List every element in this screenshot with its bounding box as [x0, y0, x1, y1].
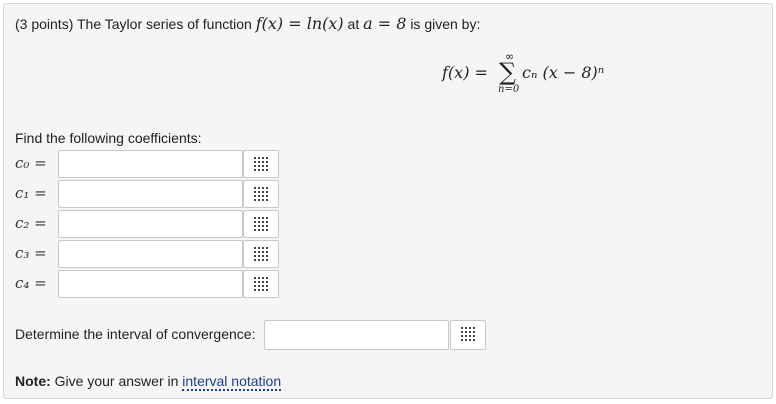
interval-input[interactable]	[264, 320, 449, 350]
c0-matrix-button[interactable]	[243, 150, 279, 178]
question-text: (3 points) The Taylor series of function…	[15, 14, 480, 33]
find-coefficients-label: Find the following coefficients:	[15, 130, 202, 146]
interval-notation-link[interactable]: interval notation	[182, 373, 282, 391]
formula-rhs: cₙ (x − 8)ⁿ	[522, 63, 605, 82]
summation: ∞ ∑ n=0	[498, 50, 524, 102]
grid-icon	[254, 157, 268, 171]
coefficient-label: c₁ =	[15, 184, 47, 202]
grid-icon	[254, 247, 268, 261]
c2-matrix-button[interactable]	[243, 210, 279, 238]
grid-icon	[254, 217, 268, 231]
question-at: at	[347, 16, 360, 32]
grid-icon	[254, 277, 268, 291]
question-panel: (3 points) The Taylor series of function…	[3, 3, 773, 399]
grid-icon	[254, 187, 268, 201]
grid-icon	[461, 327, 475, 341]
note-text: Give your answer in	[54, 373, 179, 389]
c4-input[interactable]	[58, 270, 243, 298]
sum-symbol: ∑	[499, 58, 517, 86]
formula-lhs: f(x) =	[442, 63, 488, 82]
c1-matrix-button[interactable]	[243, 180, 279, 208]
coefficient-label: c₀ =	[15, 154, 47, 172]
c1-input[interactable]	[58, 180, 243, 208]
c2-input[interactable]	[58, 210, 243, 238]
note: Note: Give your answer in interval notat…	[15, 373, 282, 391]
coefficient-label: c₃ =	[15, 244, 47, 262]
c0-input[interactable]	[58, 150, 243, 178]
coefficient-label: c₂ =	[15, 214, 47, 232]
question-prefix: (3 points) The Taylor series of function	[15, 16, 252, 32]
taylor-formula: f(x) = ∞ ∑ n=0 cₙ (x − 8)ⁿ	[442, 50, 612, 104]
question-suffix: is given by:	[410, 16, 481, 32]
coefficient-label: c₄ =	[15, 274, 47, 292]
c3-input[interactable]	[58, 240, 243, 268]
c3-matrix-button[interactable]	[243, 240, 279, 268]
interval-matrix-button[interactable]	[450, 320, 486, 350]
sum-lower-limit: n=0	[498, 84, 520, 95]
c4-matrix-button[interactable]	[243, 270, 279, 298]
question-point: a = 8	[363, 14, 407, 33]
question-function: f(x) = ln(x)	[255, 14, 344, 33]
interval-label: Determine the interval of convergence:	[15, 326, 256, 342]
note-label: Note:	[15, 373, 51, 389]
